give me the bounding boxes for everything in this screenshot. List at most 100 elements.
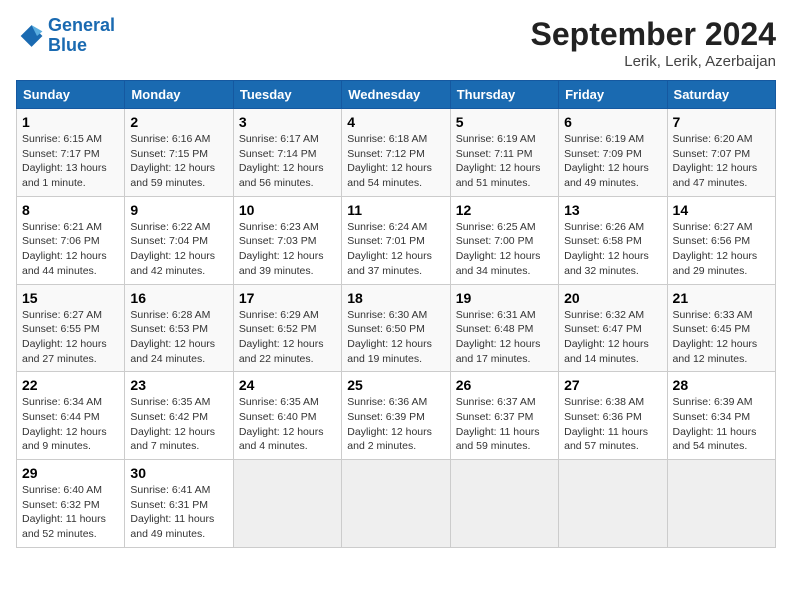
day-number: 10 xyxy=(239,202,336,218)
day-detail: Sunrise: 6:29 AM Sunset: 6:52 PM Dayligh… xyxy=(239,308,336,367)
empty-cell xyxy=(342,460,450,548)
day-number: 23 xyxy=(130,377,227,393)
day-cell: 6 Sunrise: 6:19 AM Sunset: 7:09 PM Daylig… xyxy=(559,109,667,197)
day-number: 18 xyxy=(347,290,444,306)
day-number: 20 xyxy=(564,290,661,306)
day-detail: Sunrise: 6:38 AM Sunset: 6:36 PM Dayligh… xyxy=(564,395,661,454)
calendar-table: SundayMondayTuesdayWednesdayThursdayFrid… xyxy=(16,80,776,548)
day-cell: 15 Sunrise: 6:27 AM Sunset: 6:55 PM Dayli… xyxy=(17,284,125,372)
day-cell: 18 Sunrise: 6:30 AM Sunset: 6:50 PM Dayli… xyxy=(342,284,450,372)
day-cell: 8 Sunrise: 6:21 AM Sunset: 7:06 PM Daylig… xyxy=(17,196,125,284)
day-cell: 17 Sunrise: 6:29 AM Sunset: 6:52 PM Dayli… xyxy=(233,284,341,372)
day-number: 26 xyxy=(456,377,553,393)
day-number: 29 xyxy=(22,465,119,481)
day-detail: Sunrise: 6:35 AM Sunset: 6:42 PM Dayligh… xyxy=(130,395,227,454)
day-detail: Sunrise: 6:20 AM Sunset: 7:07 PM Dayligh… xyxy=(673,132,770,191)
day-number: 2 xyxy=(130,114,227,130)
day-cell: 25 Sunrise: 6:36 AM Sunset: 6:39 PM Dayli… xyxy=(342,372,450,460)
day-cell: 5 Sunrise: 6:19 AM Sunset: 7:11 PM Daylig… xyxy=(450,109,558,197)
day-number: 17 xyxy=(239,290,336,306)
calendar-row: 22 Sunrise: 6:34 AM Sunset: 6:44 PM Dayli… xyxy=(17,372,776,460)
day-cell: 10 Sunrise: 6:23 AM Sunset: 7:03 PM Dayli… xyxy=(233,196,341,284)
day-cell: 4Sunrise: 6:18 AM Sunset: 7:12 PM Daylig… xyxy=(342,109,450,197)
day-cell: 22 Sunrise: 6:34 AM Sunset: 6:44 PM Dayli… xyxy=(17,372,125,460)
day-cell: 13Sunrise: 6:26 AM Sunset: 6:58 PM Dayli… xyxy=(559,196,667,284)
day-number: 7 xyxy=(673,114,770,130)
weekday-header-sunday: Sunday xyxy=(17,81,125,109)
weekday-header-tuesday: Tuesday xyxy=(233,81,341,109)
day-number: 5 xyxy=(456,114,553,130)
day-number: 22 xyxy=(22,377,119,393)
day-detail: Sunrise: 6:22 AM Sunset: 7:04 PM Dayligh… xyxy=(130,220,227,279)
day-cell: 24Sunrise: 6:35 AM Sunset: 6:40 PM Dayli… xyxy=(233,372,341,460)
day-cell: 7 Sunrise: 6:20 AM Sunset: 7:07 PM Daylig… xyxy=(667,109,775,197)
day-cell: 16Sunrise: 6:28 AM Sunset: 6:53 PM Dayli… xyxy=(125,284,233,372)
day-detail: Sunrise: 6:19 AM Sunset: 7:09 PM Dayligh… xyxy=(564,132,661,191)
empty-cell xyxy=(667,460,775,548)
empty-cell xyxy=(450,460,558,548)
day-detail: Sunrise: 6:31 AM Sunset: 6:48 PM Dayligh… xyxy=(456,308,553,367)
day-number: 3 xyxy=(239,114,336,130)
logo: General Blue xyxy=(16,16,115,56)
weekday-header-friday: Friday xyxy=(559,81,667,109)
day-detail: Sunrise: 6:39 AM Sunset: 6:34 PM Dayligh… xyxy=(673,395,770,454)
day-number: 9 xyxy=(130,202,227,218)
day-detail: Sunrise: 6:26 AM Sunset: 6:58 PM Dayligh… xyxy=(564,220,661,279)
day-number: 27 xyxy=(564,377,661,393)
day-detail: Sunrise: 6:34 AM Sunset: 6:44 PM Dayligh… xyxy=(22,395,119,454)
day-cell: 3Sunrise: 6:17 AM Sunset: 7:14 PM Daylig… xyxy=(233,109,341,197)
day-cell: 11 Sunrise: 6:24 AM Sunset: 7:01 PM Dayli… xyxy=(342,196,450,284)
day-number: 21 xyxy=(673,290,770,306)
calendar-row: 15 Sunrise: 6:27 AM Sunset: 6:55 PM Dayli… xyxy=(17,284,776,372)
day-detail: Sunrise: 6:16 AM Sunset: 7:15 PM Dayligh… xyxy=(130,132,227,191)
logo-text: General Blue xyxy=(48,16,115,56)
day-number: 14 xyxy=(673,202,770,218)
day-cell: 23 Sunrise: 6:35 AM Sunset: 6:42 PM Dayli… xyxy=(125,372,233,460)
day-number: 28 xyxy=(673,377,770,393)
day-detail: Sunrise: 6:37 AM Sunset: 6:37 PM Dayligh… xyxy=(456,395,553,454)
weekday-header-wednesday: Wednesday xyxy=(342,81,450,109)
day-number: 6 xyxy=(564,114,661,130)
day-detail: Sunrise: 6:36 AM Sunset: 6:39 PM Dayligh… xyxy=(347,395,444,454)
day-number: 19 xyxy=(456,290,553,306)
day-number: 8 xyxy=(22,202,119,218)
day-detail: Sunrise: 6:25 AM Sunset: 7:00 PM Dayligh… xyxy=(456,220,553,279)
day-number: 15 xyxy=(22,290,119,306)
day-cell: 19 Sunrise: 6:31 AM Sunset: 6:48 PM Dayli… xyxy=(450,284,558,372)
day-number: 11 xyxy=(347,202,444,218)
day-detail: Sunrise: 6:41 AM Sunset: 6:31 PM Dayligh… xyxy=(130,483,227,542)
day-cell: 2 Sunrise: 6:16 AM Sunset: 7:15 PM Daylig… xyxy=(125,109,233,197)
day-detail: Sunrise: 6:28 AM Sunset: 6:53 PM Dayligh… xyxy=(130,308,227,367)
empty-cell xyxy=(559,460,667,548)
weekday-header-monday: Monday xyxy=(125,81,233,109)
day-number: 25 xyxy=(347,377,444,393)
day-cell: 28 Sunrise: 6:39 AM Sunset: 6:34 PM Dayli… xyxy=(667,372,775,460)
day-detail: Sunrise: 6:24 AM Sunset: 7:01 PM Dayligh… xyxy=(347,220,444,279)
day-detail: Sunrise: 6:23 AM Sunset: 7:03 PM Dayligh… xyxy=(239,220,336,279)
calendar-body: 1Sunrise: 6:15 AM Sunset: 7:17 PM Daylig… xyxy=(17,109,776,548)
day-number: 30 xyxy=(130,465,227,481)
empty-cell xyxy=(233,460,341,548)
day-cell: 30 Sunrise: 6:41 AM Sunset: 6:31 PM Dayli… xyxy=(125,460,233,548)
calendar-row: 1Sunrise: 6:15 AM Sunset: 7:17 PM Daylig… xyxy=(17,109,776,197)
day-detail: Sunrise: 6:27 AM Sunset: 6:56 PM Dayligh… xyxy=(673,220,770,279)
day-detail: Sunrise: 6:19 AM Sunset: 7:11 PM Dayligh… xyxy=(456,132,553,191)
day-detail: Sunrise: 6:15 AM Sunset: 7:17 PM Dayligh… xyxy=(22,132,119,191)
title-block: September 2024 Lerik, Lerik, Azerbaijan xyxy=(531,16,776,70)
day-cell: 21Sunrise: 6:33 AM Sunset: 6:45 PM Dayli… xyxy=(667,284,775,372)
day-detail: Sunrise: 6:32 AM Sunset: 6:47 PM Dayligh… xyxy=(564,308,661,367)
weekday-header-thursday: Thursday xyxy=(450,81,558,109)
day-cell: 1Sunrise: 6:15 AM Sunset: 7:17 PM Daylig… xyxy=(17,109,125,197)
logo-icon xyxy=(16,22,44,50)
day-number: 12 xyxy=(456,202,553,218)
day-cell: 9 Sunrise: 6:22 AM Sunset: 7:04 PM Daylig… xyxy=(125,196,233,284)
day-detail: Sunrise: 6:21 AM Sunset: 7:06 PM Dayligh… xyxy=(22,220,119,279)
day-cell: 29Sunrise: 6:40 AM Sunset: 6:32 PM Dayli… xyxy=(17,460,125,548)
day-cell: 20 Sunrise: 6:32 AM Sunset: 6:47 PM Dayli… xyxy=(559,284,667,372)
calendar-row: 29Sunrise: 6:40 AM Sunset: 6:32 PM Dayli… xyxy=(17,460,776,548)
day-number: 24 xyxy=(239,377,336,393)
page-header: General Blue September 2024 Lerik, Lerik… xyxy=(16,16,776,70)
day-detail: Sunrise: 6:27 AM Sunset: 6:55 PM Dayligh… xyxy=(22,308,119,367)
day-detail: Sunrise: 6:30 AM Sunset: 6:50 PM Dayligh… xyxy=(347,308,444,367)
weekday-header-row: SundayMondayTuesdayWednesdayThursdayFrid… xyxy=(17,81,776,109)
